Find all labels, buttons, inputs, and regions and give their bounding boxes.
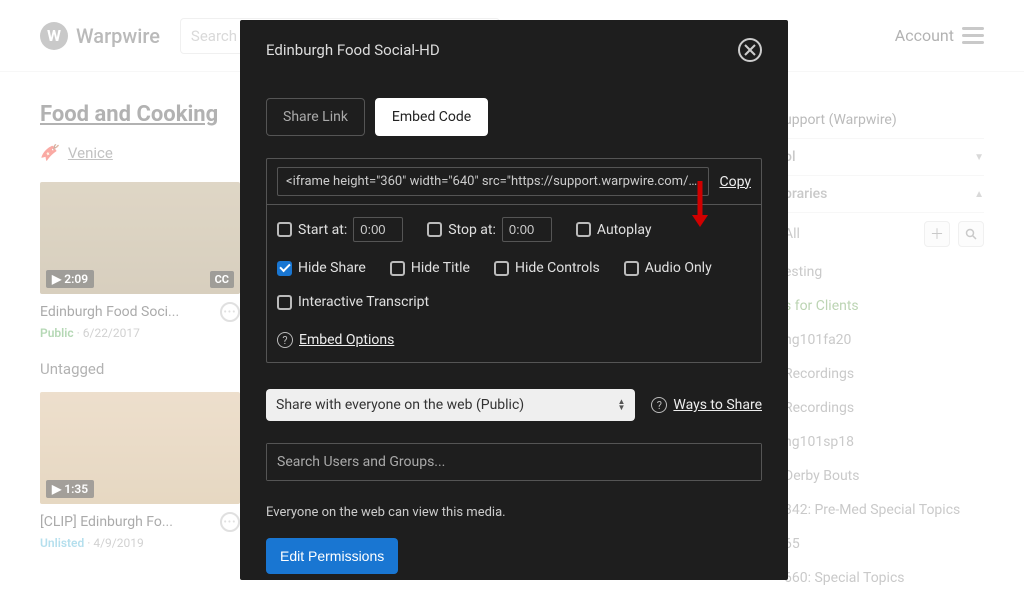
user-group-search-input[interactable] xyxy=(267,444,761,480)
edit-permissions-button[interactable]: Edit Permissions xyxy=(266,538,398,574)
stop-at-input[interactable] xyxy=(502,217,552,242)
share-visibility-select[interactable]: Share with everyone on the web (Public) … xyxy=(266,389,635,421)
close-button[interactable] xyxy=(738,38,762,62)
start-at-label: Start at: xyxy=(298,222,347,238)
hide-controls-label: Hide Controls xyxy=(515,260,600,276)
checkbox-icon[interactable] xyxy=(390,261,405,276)
audio-only-label: Audio Only xyxy=(645,260,712,276)
copy-button[interactable]: Copy xyxy=(719,174,751,190)
hide-title-option[interactable]: Hide Title xyxy=(390,260,470,276)
hide-controls-option[interactable]: Hide Controls xyxy=(494,260,600,276)
stop-at-label: Stop at: xyxy=(448,222,496,238)
checkbox-icon[interactable] xyxy=(277,222,292,237)
select-arrows-icon: ▲▼ xyxy=(617,399,625,411)
stop-at-option[interactable]: Stop at: xyxy=(427,217,552,242)
audio-only-option[interactable]: Audio Only xyxy=(624,260,712,276)
start-at-input[interactable] xyxy=(353,217,403,242)
tab-share-link[interactable]: Share Link xyxy=(266,98,365,136)
share-description: Everyone on the web can view this media. xyxy=(266,505,762,520)
ways-to-share-link[interactable]: Ways to Share xyxy=(673,397,762,413)
checkbox-icon[interactable] xyxy=(624,261,639,276)
checkbox-icon[interactable] xyxy=(494,261,509,276)
hide-share-label: Hide Share xyxy=(298,260,366,276)
autoplay-option[interactable]: Autoplay xyxy=(576,222,652,238)
interactive-transcript-option[interactable]: Interactive Transcript xyxy=(277,294,429,310)
tab-embed-code[interactable]: Embed Code xyxy=(375,98,488,136)
autoplay-label: Autoplay xyxy=(597,222,652,238)
share-select-value: Share with everyone on the web (Public) xyxy=(276,397,524,413)
help-icon[interactable]: ? xyxy=(651,397,667,413)
checkbox-icon[interactable] xyxy=(277,261,292,276)
embed-options-link[interactable]: Embed Options xyxy=(299,332,394,348)
start-at-option[interactable]: Start at: xyxy=(277,217,403,242)
modal-title: Edinburgh Food Social-HD xyxy=(266,41,440,59)
help-icon[interactable]: ? xyxy=(277,332,293,348)
share-modal: Edinburgh Food Social-HD Share Link Embe… xyxy=(240,20,788,580)
checkbox-icon[interactable] xyxy=(576,222,591,237)
hide-share-option[interactable]: Hide Share xyxy=(277,260,366,276)
checkbox-icon[interactable] xyxy=(427,222,442,237)
interactive-transcript-label: Interactive Transcript xyxy=(298,294,429,310)
hide-title-label: Hide Title xyxy=(411,260,470,276)
checkbox-icon[interactable] xyxy=(277,295,292,310)
embed-code-input[interactable]: <iframe height="360" width="640" src="ht… xyxy=(277,167,709,196)
